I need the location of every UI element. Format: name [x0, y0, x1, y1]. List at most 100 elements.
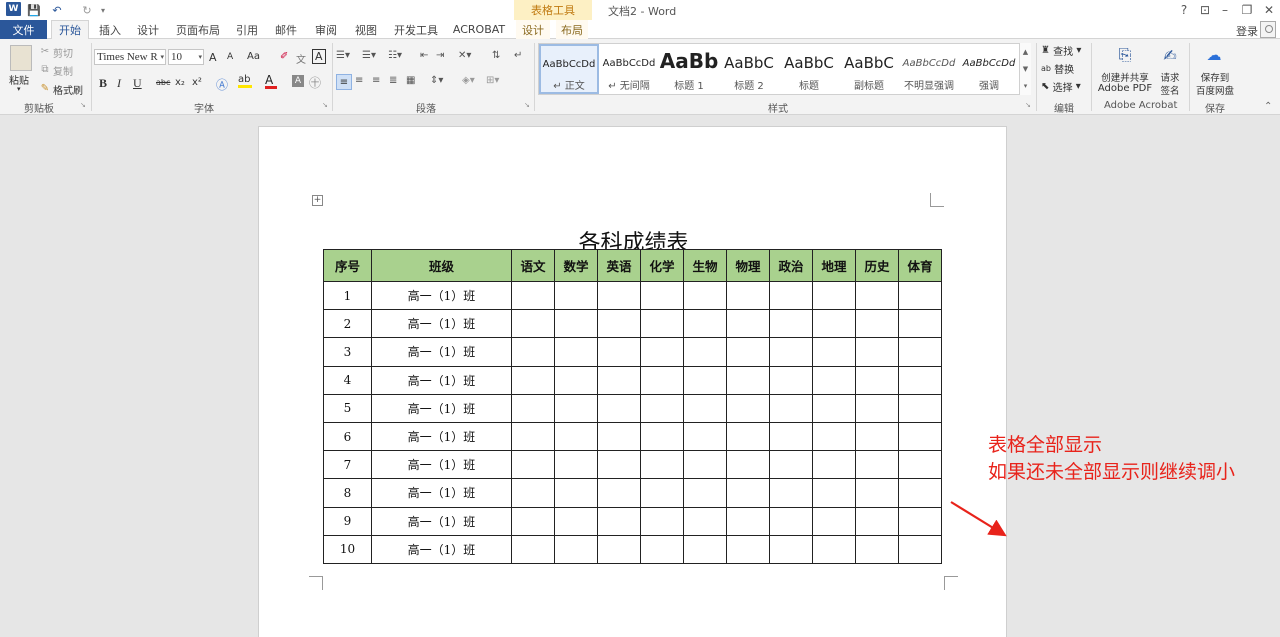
score-cell[interactable] [726, 478, 770, 508]
score-cell[interactable] [726, 280, 770, 311]
score-cell[interactable] [855, 280, 899, 311]
score-cell[interactable] [511, 309, 555, 339]
paragraph-launcher-icon[interactable]: ↘ [524, 101, 530, 109]
score-cell[interactable] [554, 450, 598, 480]
score-cell[interactable] [554, 534, 598, 564]
bullets-icon[interactable]: ☰▾ [336, 50, 350, 61]
class-cell[interactable]: 高一（1）班 [371, 280, 512, 311]
sort-icon[interactable]: ⇅ [492, 50, 500, 61]
score-cell[interactable] [554, 478, 598, 508]
document-page[interactable]: + 各科成绩表 序号 班级 语文 数学 英语 化学 生物 物理 政治 地理 历史… [258, 126, 1007, 637]
tab-references[interactable]: 引用 [232, 20, 262, 39]
row-number-cell[interactable]: 1 [323, 280, 372, 311]
table-move-handle-icon[interactable]: + [312, 195, 323, 206]
align-center-icon[interactable]: ≡ [355, 75, 363, 86]
close-icon[interactable]: ✕ [1260, 2, 1278, 18]
shrink-font-button[interactable]: A [227, 52, 233, 62]
more-styles-icon[interactable]: ▾ [1024, 82, 1028, 90]
column-header[interactable]: 语文 [511, 249, 555, 282]
score-cell[interactable] [554, 337, 598, 367]
score-cell[interactable] [769, 365, 813, 395]
style-title[interactable]: AaBbC 标题 [779, 44, 839, 94]
style-normal[interactable]: AaBbCcDd ↵ 正文 [539, 44, 599, 94]
score-cell[interactable] [597, 450, 641, 480]
score-cell[interactable] [898, 534, 942, 564]
score-cell[interactable] [812, 534, 856, 564]
column-header[interactable]: 英语 [597, 249, 641, 282]
column-header[interactable]: 政治 [769, 249, 813, 282]
class-cell[interactable]: 高一（1）班 [371, 337, 512, 367]
style-no-spacing[interactable]: AaBbCcDd ↵ 无间隔 [599, 44, 659, 94]
score-cell[interactable] [554, 506, 598, 536]
chinese-layout-icon[interactable]: ✕▾ [458, 50, 471, 61]
score-cell[interactable] [511, 506, 555, 536]
score-cell[interactable] [898, 337, 942, 367]
distributed-icon[interactable]: ▦ [406, 75, 415, 86]
style-heading-2[interactable]: AaBbC 标题 2 [719, 44, 779, 94]
score-cell[interactable] [855, 506, 899, 536]
replace-button[interactable]: ab 替换 [1041, 61, 1074, 76]
style-heading-1[interactable]: AaBb 标题 1 [659, 44, 719, 94]
score-cell[interactable] [855, 365, 899, 395]
row-number-cell[interactable]: 2 [323, 309, 372, 339]
score-cell[interactable] [597, 393, 641, 423]
style-emphasis[interactable]: AaBbCcDd 强调 [959, 44, 1019, 94]
score-cell[interactable] [898, 309, 942, 339]
score-cell[interactable] [640, 365, 684, 395]
row-number-cell[interactable]: 5 [323, 393, 372, 423]
score-cell[interactable] [812, 365, 856, 395]
clipboard-launcher-icon[interactable]: ↘ [80, 101, 86, 109]
score-cell[interactable] [597, 506, 641, 536]
score-cell[interactable] [597, 534, 641, 564]
tab-page-layout[interactable]: 页面布局 [172, 20, 224, 39]
score-cell[interactable] [640, 337, 684, 367]
score-cell[interactable] [855, 450, 899, 480]
help-icon[interactable]: ? [1175, 2, 1193, 18]
score-cell[interactable] [511, 450, 555, 480]
copy-button[interactable]: 复制 [53, 63, 73, 78]
score-cell[interactable] [769, 450, 813, 480]
score-cell[interactable] [640, 280, 684, 311]
score-cell[interactable] [812, 393, 856, 423]
score-cell[interactable] [511, 337, 555, 367]
score-cell[interactable] [683, 393, 727, 423]
score-cell[interactable] [683, 450, 727, 480]
tab-file[interactable]: 文件 [0, 20, 47, 39]
score-cell[interactable] [726, 506, 770, 536]
class-cell[interactable]: 高一（1）班 [371, 478, 512, 508]
score-cell[interactable] [683, 534, 727, 564]
redo-icon[interactable]: ↻ [80, 2, 94, 18]
align-right-icon[interactable]: ≡ [372, 75, 380, 86]
font-launcher-icon[interactable]: ↘ [322, 101, 328, 109]
tab-mailings[interactable]: 邮件 [270, 20, 302, 39]
score-cell[interactable] [898, 280, 942, 311]
strikethrough-button[interactable]: abc [156, 78, 170, 87]
login-link[interactable]: 登录 [1236, 23, 1258, 39]
tab-developer[interactable]: 开发工具 [390, 20, 442, 39]
tab-home[interactable]: 开始 [51, 20, 89, 40]
tab-table-layout[interactable]: 布局 [556, 20, 588, 39]
tab-review[interactable]: 审阅 [310, 20, 342, 39]
score-cell[interactable] [855, 534, 899, 564]
score-cell[interactable] [769, 337, 813, 367]
score-cell[interactable] [812, 337, 856, 367]
document-area[interactable]: + 各科成绩表 序号 班级 语文 数学 英语 化学 生物 物理 政治 地理 历史… [0, 116, 1280, 637]
collapse-ribbon-icon[interactable]: ⌃ [1264, 101, 1272, 112]
score-cell[interactable] [769, 506, 813, 536]
bold-button[interactable]: B [99, 76, 107, 91]
multilevel-list-icon[interactable]: ☷▾ [388, 50, 402, 61]
score-cell[interactable] [683, 337, 727, 367]
score-cell[interactable] [640, 421, 684, 452]
request-signature-label-2[interactable]: 签名 [1156, 83, 1184, 97]
score-cell[interactable] [683, 421, 727, 452]
score-cell[interactable] [597, 421, 641, 452]
score-cell[interactable] [640, 393, 684, 423]
text-effects-icon[interactable]: Ⓐ [216, 76, 228, 93]
increase-indent-icon[interactable]: ⇥ [436, 50, 444, 61]
score-cell[interactable] [769, 421, 813, 452]
clear-format-icon[interactable]: ✐ [280, 51, 288, 62]
font-size-select[interactable]: 10 ▾ [168, 49, 204, 65]
score-cell[interactable] [640, 309, 684, 339]
score-cell[interactable] [812, 450, 856, 480]
score-cell[interactable] [769, 478, 813, 508]
